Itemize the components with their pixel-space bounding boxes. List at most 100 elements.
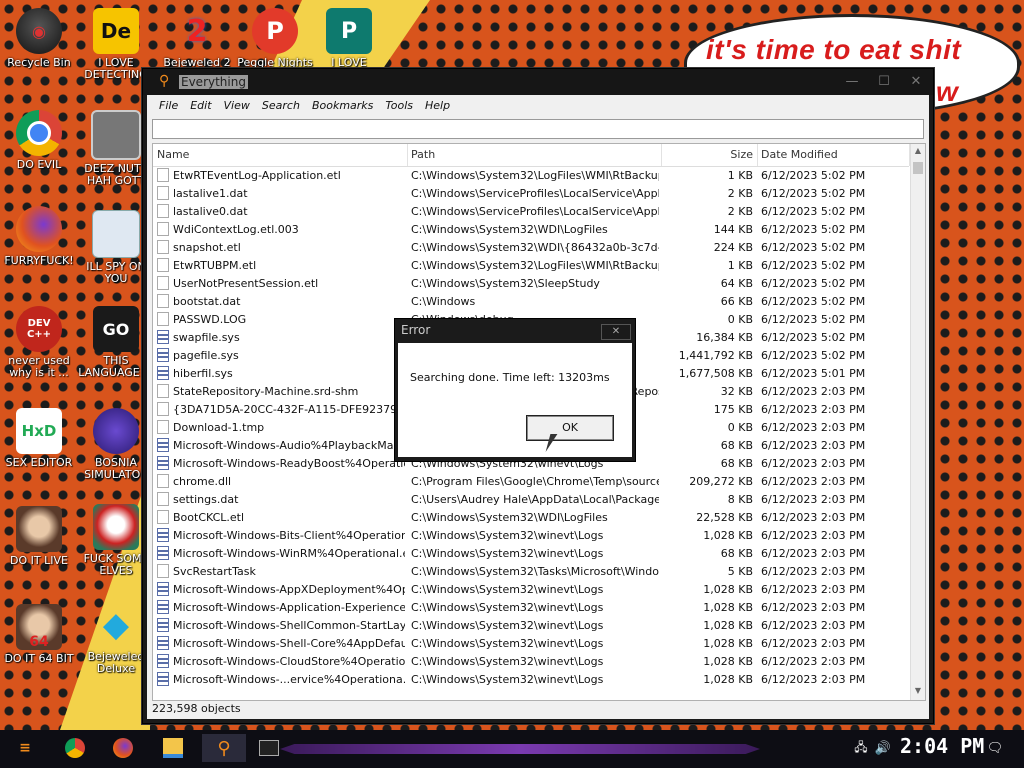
menu-bookmarks[interactable]: Bookmarks: [306, 99, 379, 112]
table-row[interactable]: UserNotPresentSession.etl C:\Windows\Syst…: [153, 275, 909, 293]
chrome-icon[interactable]: [60, 734, 90, 762]
menu-tools[interactable]: Tools: [379, 99, 419, 112]
cell-size: 2 KB: [727, 205, 753, 218]
desktop-icon-publisher[interactable]: P I LOVE: [306, 8, 392, 69]
cell-path: C:\Windows\System32\WDI\LogFiles: [411, 511, 608, 524]
search-magnifier-icon: ⚲: [159, 73, 170, 89]
desktop-icon-devcpp[interactable]: DEV C++ never used why is it ...: [0, 306, 82, 379]
scrollbar-thumb[interactable]: [913, 162, 923, 174]
firefox-icon: [16, 206, 62, 252]
cell-path: C:\Windows\System32\winevt\Logs: [411, 601, 604, 614]
cell-name-text: EtwRTEventLog-Application.etl: [173, 169, 341, 182]
ok-button[interactable]: OK: [526, 415, 614, 441]
table-row[interactable]: Microsoft-Windows-Bits-Client%4Operation…: [153, 527, 909, 545]
cell-size: 1 KB: [727, 259, 753, 272]
cell-name-text: BootCKCL.etl: [173, 511, 245, 524]
table-row[interactable]: Microsoft-Windows-WinRM%4Operational.evt…: [153, 545, 909, 563]
system-file-icon: [157, 546, 169, 560]
volume-icon[interactable]: 🔊: [868, 734, 898, 762]
column-header-size[interactable]: Size: [661, 144, 758, 166]
table-row[interactable]: WdiContextLog.etl.003 C:\Windows\System32…: [153, 221, 909, 239]
maximize-button[interactable]: ☐: [869, 73, 899, 91]
cell-size: 1,028 KB: [703, 637, 753, 650]
file-explorer-icon[interactable]: [158, 734, 188, 762]
cell-size: 0 KB: [727, 313, 753, 326]
cell-name: Microsoft-Windows-...ervice%4Operationa.…: [157, 671, 405, 689]
menu-edit[interactable]: Edit: [184, 99, 217, 112]
cell-name: UserNotPresentSession.etl: [157, 275, 405, 293]
everything-search-icon[interactable]: ⚲: [202, 734, 246, 762]
menu-help[interactable]: Help: [419, 99, 456, 112]
cell-size: 1 KB: [727, 169, 753, 182]
column-header-name[interactable]: Name: [153, 144, 408, 166]
table-row[interactable]: EtwRTEventLog-Application.etl C:\Windows\…: [153, 167, 909, 185]
go-language-icon: GO: [93, 306, 139, 352]
cell-path: C:\Windows\System32\winevt\Logs: [411, 529, 604, 542]
system-file-icon: [157, 636, 169, 650]
menu-search[interactable]: Search: [256, 99, 306, 112]
desktop-icon-firefox[interactable]: FURRYFUCK!: [0, 206, 82, 267]
cell-path: C:\Windows\System32\LogFiles\WMI\RtBacku…: [411, 169, 659, 182]
cell-date-modified: 6/12/2023 2:03 PM: [761, 439, 866, 452]
table-row[interactable]: settings.dat C:\Users\Audrey Hale\AppData…: [153, 491, 909, 509]
table-row[interactable]: snapshot.etl C:\Windows\System32\WDI\{864…: [153, 239, 909, 257]
table-row[interactable]: Microsoft-Windows-Application-Experience…: [153, 599, 909, 617]
dialog-body: Searching done. Time left: 13203ms OK: [398, 343, 632, 457]
table-row[interactable]: Microsoft-Windows-AppXDeployment%4Operat…: [153, 581, 909, 599]
table-row[interactable]: lastalive0.dat C:\Windows\ServiceProfiles…: [153, 203, 909, 221]
portrait-icon: [16, 506, 62, 552]
dialog-close-button[interactable]: ✕: [601, 324, 631, 340]
desktop-icon-do-it-live[interactable]: DO IT LIVE: [0, 506, 82, 567]
cell-size: 2 KB: [727, 187, 753, 200]
system-file-icon: [157, 330, 169, 344]
taskbar-clock[interactable]: 2:04 PM: [900, 734, 984, 758]
table-row[interactable]: Microsoft-Windows-ShellCommon-StartLayou…: [153, 617, 909, 635]
desktop-icon-bejeweled-2[interactable]: 2 Bejeweled 2: [154, 8, 240, 69]
table-row[interactable]: chrome.dll C:\Program Files\Google\Chrome…: [153, 473, 909, 491]
scroll-down-arrow-icon[interactable]: ▼: [911, 684, 925, 698]
cell-name: EtwRTUBPM.etl: [157, 257, 405, 275]
terminal-icon[interactable]: [254, 734, 284, 762]
bejeweled-2-icon: 2: [186, 13, 208, 49]
desktop-icon-recycle-bin[interactable]: ◉ Recycle Bin: [0, 8, 82, 69]
menu-view[interactable]: View: [218, 99, 256, 112]
start-icon[interactable]: ≡: [10, 734, 40, 762]
cell-name: {3DA71D5A-20CC-432F-A115-DFE92379E91F}..…: [157, 401, 405, 419]
peggle-icon: P: [252, 8, 298, 54]
cell-path: C:\Windows\ServiceProfiles\LocalService\…: [411, 187, 659, 200]
desktop-icon-hxd[interactable]: HxD SEX EDITOR: [0, 408, 82, 469]
table-row[interactable]: EtwRTUBPM.etl C:\Windows\System32\LogFile…: [153, 257, 909, 275]
table-row[interactable]: SvcRestartTask C:\Windows\System32\Tasks\…: [153, 563, 909, 581]
cell-name: Microsoft-Windows-AppXDeployment%4Operat…: [157, 581, 405, 599]
table-row[interactable]: Microsoft-Windows-...ervice%4Operationa.…: [153, 671, 909, 689]
desktop-icon-64-bit[interactable]: 64 DO IT 64 BIT: [0, 604, 82, 665]
cell-name: snapshot.etl: [157, 239, 405, 257]
speech-bubble-text: it's time to eat shit: [706, 34, 962, 65]
table-row[interactable]: Microsoft-Windows-CloudStore%4Operationa…: [153, 653, 909, 671]
search-input[interactable]: [152, 119, 924, 139]
firefox-icon[interactable]: [108, 734, 138, 762]
table-row[interactable]: BootCKCL.etl C:\Windows\System32\WDI\LogF…: [153, 509, 909, 527]
file-icon: [157, 474, 169, 488]
cell-name-text: Download-1.tmp: [173, 421, 265, 434]
menu-file[interactable]: File: [153, 99, 184, 112]
close-button[interactable]: ✕: [901, 73, 931, 91]
desktop-icon-chrome[interactable]: DO EVIL: [0, 110, 82, 171]
notifications-icon[interactable]: 🗨: [980, 734, 1010, 762]
cell-name-text: EtwRTUBPM.etl: [173, 259, 257, 272]
file-icon: [157, 204, 169, 218]
minimize-button[interactable]: —: [837, 73, 867, 91]
column-header-path[interactable]: Path: [407, 144, 662, 166]
window-titlebar[interactable]: ⚲ Everything — ☐ ✕: [143, 69, 933, 95]
spiky-ball-icon: [93, 408, 139, 454]
scroll-up-arrow-icon[interactable]: ▲: [911, 144, 925, 158]
table-row[interactable]: Microsoft-Windows-Shell-Core%4AppDefault…: [153, 635, 909, 653]
table-row[interactable]: bootstat.dat C:\Windows 66 KB 6/12/2023 5:0…: [153, 293, 909, 311]
diamond-icon: ◆: [102, 605, 130, 645]
cell-size: 5 KB: [727, 565, 753, 578]
cell-size: 144 KB: [713, 223, 753, 236]
vertical-scrollbar[interactable]: ▲ ▼: [910, 144, 925, 700]
hxd-editor-icon: HxD: [16, 408, 62, 454]
table-row[interactable]: lastalive1.dat C:\Windows\ServiceProfiles…: [153, 185, 909, 203]
column-header-date-modified[interactable]: Date Modified: [757, 144, 910, 166]
